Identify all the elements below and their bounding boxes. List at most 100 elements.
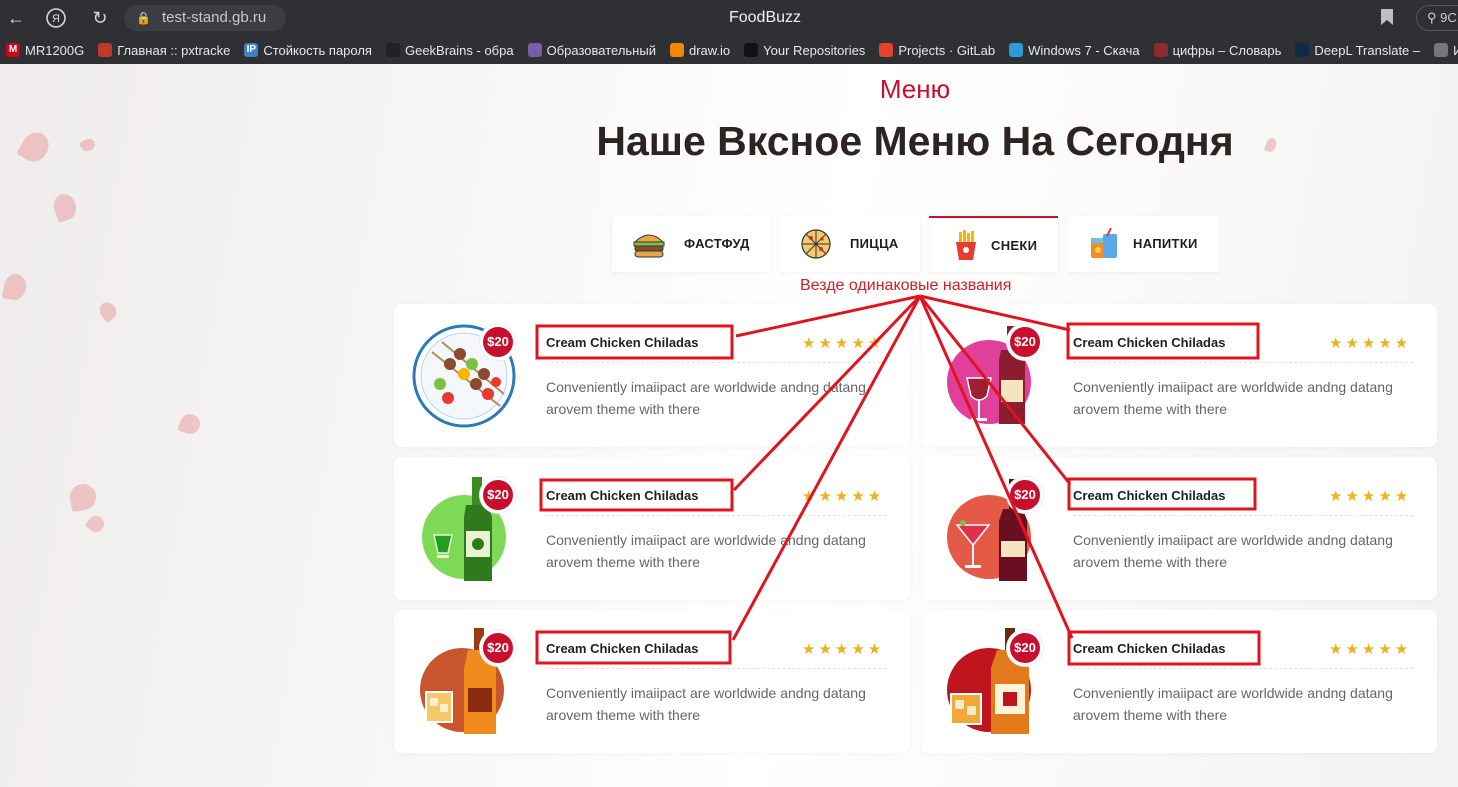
petal-decoration [1,272,29,302]
bookmark-item[interactable]: Projects · GitLab [879,43,995,58]
item-description: Conveniently imaiipact are worldwide and… [1073,532,1393,570]
divider [546,668,886,669]
menu-card[interactable]: $20 Cream Chicken Chiladas ★★★★★ Conveni… [394,610,910,753]
tab-pizza[interactable]: ПИЦЦА [779,216,920,272]
bookmark-favicon-icon [879,43,894,57]
bookmark-label: draw.io [688,42,731,58]
star-rating: ★★★★★ [802,335,885,352]
bookmark-item[interactable]: Windows 7 - Скача [1009,42,1140,58]
star-rating: ★★★★★ [1329,641,1412,658]
bookmark-item[interactable]: Образовательный [527,43,656,58]
bookmark-label: Стойкость пароля [263,42,372,58]
bookmark-favicon-icon [98,43,113,57]
back-arrow-icon[interactable]: ← [4,6,28,30]
bookmark-favicon-icon [1009,43,1024,57]
star-rating: ★★★★★ [802,488,885,505]
menu-card[interactable]: $20 Cream Chicken Chiladas ★★★★★ Conveni… [921,304,1437,447]
pizza-icon [801,229,831,259]
item-description: Conveniently imaiipact are worldwide and… [1073,685,1393,723]
price-badge: $20 [1007,477,1043,513]
bookmark-favicon-icon [1434,43,1449,57]
tab-snacks[interactable]: СНЕКИ [929,216,1058,272]
bookmark-item[interactable]: M MR1200G [6,43,84,58]
menu-card[interactable]: $20 Cream Chicken Chiladas ★★★★★ Conveni… [394,304,910,447]
bookmarks-bar: M MR1200G Главная :: pxtracke IP Стойкость п… [0,36,1458,64]
price-badge: $20 [1007,324,1043,360]
item-description: Conveniently imaiipact are worldwide and… [1073,379,1393,417]
bookmark-item[interactable]: IP Стойкость пароля [244,43,372,58]
item-description: Conveniently imaiipact are worldwide and… [546,532,866,570]
bookmark-label: GeekBrains - обра [404,42,514,58]
tab-label: НАПИТКИ [1133,236,1198,251]
address-text: test-stand.gb.ru [162,9,267,26]
item-description: Conveniently imaiipact are worldwide and… [546,379,866,417]
petal-decoration [177,411,203,437]
annotation-note: Везде одинаковые названия [800,277,1012,294]
browser-toolbar: ← Я ↻ 🔒 test-stand.gb.ru FoodBuzz ⚲ 9C [0,0,1458,36]
item-name[interactable]: Cream Chicken Chiladas [1073,488,1225,503]
star-rating: ★★★★★ [802,641,885,658]
bookmark-item[interactable]: DeepL Translate – [1295,43,1420,58]
tab-label: ФАСТФУД [684,236,750,251]
bookmark-label: DeepL Translate – [1314,42,1421,58]
item-name[interactable]: Cream Chicken Chiladas [546,488,698,503]
bookmark-icon[interactable] [1380,8,1394,26]
bookmark-label: Инф [1453,42,1458,58]
divider [1073,362,1413,363]
tab-drinks[interactable]: НАПИТКИ [1067,216,1219,272]
menu-card[interactable]: $20 Cream Chicken Chiladas ★★★★★ Conveni… [394,457,910,600]
bookmark-favicon-icon [527,43,542,57]
price-badge: $20 [480,324,516,360]
bookmark-favicon-icon [385,43,400,57]
divider [546,362,886,363]
bookmark-favicon-icon [1295,43,1310,57]
search-button[interactable]: ⚲ 9C [1416,5,1458,31]
section-eyebrow: Меню [879,74,951,104]
item-name[interactable]: Cream Chicken Chiladas [546,335,698,350]
svg-text:Я: Я [52,13,60,25]
divider [1073,515,1413,516]
bookmark-favicon-icon: IP [244,43,259,57]
address-bar[interactable]: 🔒 test-stand.gb.ru [124,5,286,31]
bookmark-label: Projects · GitLab [898,42,996,58]
menu-card[interactable]: $20 Cream Chicken Chiladas ★★★★★ Conveni… [921,610,1437,753]
tab-label: ПИЦЦА [850,236,899,251]
drinks-icon [1091,228,1117,258]
bookmark-label: Your Repositories [763,42,866,58]
fries-icon [956,230,976,260]
item-name[interactable]: Cream Chicken Chiladas [546,641,698,656]
reload-icon[interactable]: ↻ [88,6,112,30]
bookmark-item[interactable]: цифры – Словарь [1153,42,1282,58]
item-name[interactable]: Cream Chicken Chiladas [1073,335,1225,350]
tab-fastfood[interactable]: ФАСТФУД [612,216,770,272]
bookmark-label: Windows 7 - Скача [1028,42,1140,58]
bookmark-item[interactable]: draw.io [669,42,731,58]
window-title: FoodBuzz [728,9,802,26]
bookmark-favicon-icon [669,43,684,57]
star-rating: ★★★★★ [1329,335,1412,352]
petal-decoration [96,298,120,324]
bookmark-favicon-icon [744,43,759,57]
bookmark-item[interactable]: Your Repositories [744,43,865,58]
divider [546,515,886,516]
item-name[interactable]: Cream Chicken Chiladas [1073,641,1225,656]
price-badge: $20 [480,477,516,513]
yandex-logo-icon[interactable]: Я [44,6,68,30]
menu-card[interactable]: $20 Cream Chicken Chiladas ★★★★★ Conveni… [921,457,1437,600]
bookmark-item[interactable]: Инф [1434,43,1458,58]
bookmark-label: цифры – Словарь [1172,42,1282,58]
bookmark-item[interactable]: GeekBrains - обра [385,42,514,58]
item-description: Conveniently imaiipact are worldwide and… [546,685,866,723]
burger-icon [633,234,665,258]
price-badge: $20 [1007,630,1043,666]
tab-label: СНЕКИ [991,238,1038,253]
bookmark-item[interactable]: Главная :: pxtracke [98,43,230,58]
bookmark-favicon-icon [1153,43,1168,57]
search-hint: 9C [1440,10,1457,25]
price-badge: $20 [480,630,516,666]
star-rating: ★★★★★ [1329,488,1412,505]
petal-decoration [50,191,80,223]
page-content: Меню Наше Вксное Меню На Сегодня ФАСТФУД… [0,64,1458,787]
lock-icon: 🔒 [136,11,151,25]
petal-decoration [84,512,108,536]
